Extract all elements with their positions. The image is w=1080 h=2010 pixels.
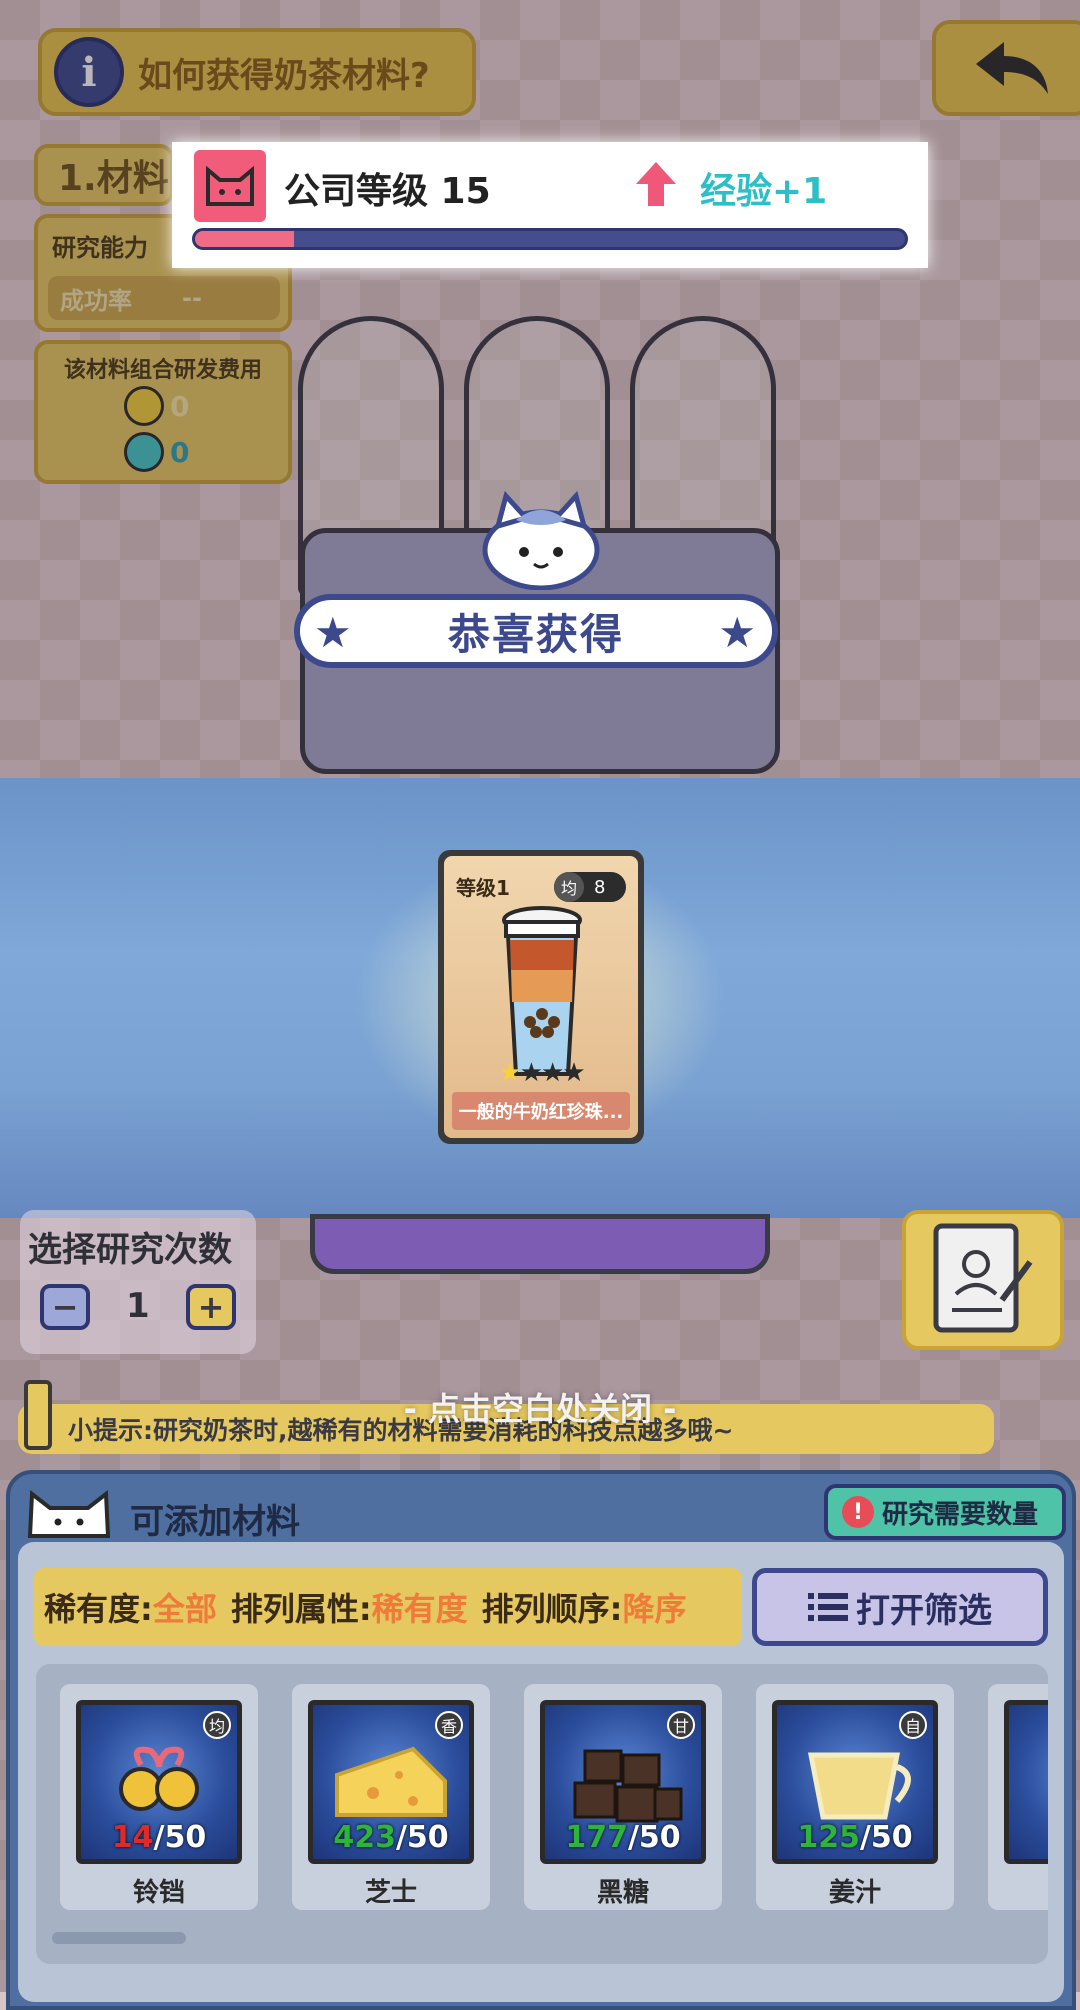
close-hint: - 点击空白处关闭 - <box>403 1390 677 1428</box>
material-count: 177/50 <box>565 1820 681 1855</box>
material-tag: 自 <box>899 1711 927 1739</box>
level-progress-fill <box>195 231 295 247</box>
material-item[interactable]: 香 423/50 芝士 <box>292 1684 490 1910</box>
company-cat-icon <box>194 150 266 222</box>
sort-order-label: 排列顺序: <box>481 1590 623 1628</box>
material-count: 125/50 <box>797 1820 913 1855</box>
card-type-tag: 均 <box>554 872 584 902</box>
congrats-banner: ★ 恭喜获得 ★ <box>294 594 778 668</box>
star-icon-right: ★ <box>718 608 758 657</box>
research-record-button[interactable] <box>902 1210 1064 1350</box>
card-value: 8 <box>594 876 606 898</box>
reward-card[interactable]: 等级1 均 8 ★★★★ 一般的牛奶红珍珠... <box>438 850 644 1144</box>
star-empty-icon: ★ <box>562 1058 585 1088</box>
increase-count-button[interactable]: + <box>186 1284 236 1330</box>
material-item[interactable]: 均 14/50 铃铛 <box>60 1684 258 1910</box>
cat-face-icon <box>27 1490 111 1538</box>
star-filled-icon: ★ <box>498 1058 521 1088</box>
material-name: 铃铛 <box>132 1878 185 1908</box>
sort-bar[interactable]: 稀有度: 全部 排列属性: 稀有度 排列顺序: 降序 <box>34 1568 742 1646</box>
sort-order-value[interactable]: 降序 <box>622 1584 686 1630</box>
alert-icon: ! <box>842 1496 874 1528</box>
material-image: 均 14/50 <box>76 1700 242 1864</box>
material-count: 423/50 <box>333 1820 449 1855</box>
level-up-arrow-icon <box>636 162 676 206</box>
level-progress-bar <box>192 228 908 250</box>
material-image: 甘 177/50 <box>540 1700 706 1864</box>
sort-attr-label: 排列属性: <box>230 1590 372 1628</box>
material-item-partial[interactable] <box>988 1684 1048 1910</box>
clipboard-icon <box>933 1223 1033 1333</box>
cat-mascot-icon <box>482 490 600 590</box>
congrats-title: 恭喜获得 <box>447 609 624 659</box>
star-empty-icon: ★ <box>541 1058 564 1088</box>
material-image: 自 125/50 <box>772 1700 938 1864</box>
card-name: 一般的牛奶红珍珠... <box>452 1092 630 1130</box>
card-value-badge: 均 8 <box>554 872 626 902</box>
material-image <box>1004 1700 1048 1864</box>
material-item[interactable]: 甘 177/50 黑糖 <box>524 1684 722 1910</box>
exp-gain-text: 经验+1 <box>700 171 828 212</box>
research-count-value: 1 <box>126 1286 150 1326</box>
material-name: 芝士 <box>364 1878 417 1908</box>
machine-base <box>310 1214 770 1274</box>
open-filter-button[interactable]: 打开筛选 <box>752 1568 1048 1646</box>
rarity-label: 稀有度: <box>44 1590 153 1628</box>
material-tag: 香 <box>435 1711 463 1739</box>
company-level-card: 公司等级 15 经验+1 <box>172 142 928 268</box>
open-filter-label: 打开筛选 <box>856 1590 992 1631</box>
material-tag: 甘 <box>667 1711 695 1739</box>
material-item[interactable]: 自 125/50 姜汁 <box>756 1684 954 1910</box>
sort-attr-value[interactable]: 稀有度 <box>372 1584 468 1630</box>
material-image: 香 423/50 <box>308 1700 474 1864</box>
company-level-text: 公司等级 15 <box>284 171 491 212</box>
material-name: 姜汁 <box>828 1878 881 1908</box>
card-star-rating: ★★★★ <box>444 1058 638 1088</box>
rarity-value[interactable]: 全部 <box>153 1584 217 1630</box>
research-count-title: 选择研究次数 <box>28 1230 232 1270</box>
decrease-count-button[interactable]: − <box>40 1284 90 1330</box>
list-icon <box>808 1593 848 1621</box>
star-icon-left: ★ <box>314 608 354 657</box>
card-level: 等级1 <box>456 876 510 900</box>
material-count: 14/50 <box>111 1820 207 1855</box>
material-tag: 均 <box>203 1711 231 1739</box>
material-name: 黑糖 <box>596 1878 649 1908</box>
required-quantity-button[interactable]: ! 研究需要数量 <box>824 1484 1066 1540</box>
materials-list[interactable]: 均 14/50 铃铛 香 423/50 芝士 甘 177/50 黑糖 自 125… <box>36 1664 1048 1964</box>
star-empty-icon: ★ <box>519 1058 543 1088</box>
required-quantity-label: 研究需要数量 <box>882 1499 1039 1530</box>
materials-panel-title: 可添加材料 <box>130 1502 300 1542</box>
materials-scrollbar[interactable] <box>52 1932 186 1944</box>
